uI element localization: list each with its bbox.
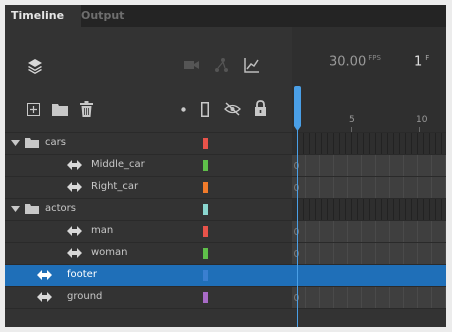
layer-row-ground[interactable]: ground — [5, 287, 446, 309]
timeline-panel: Timeline Output 30.00 FPS 1F 5 10 cars M… — [5, 5, 446, 327]
timeline-controls-left — [5, 27, 292, 86]
layer-name: Middle_car — [91, 159, 145, 170]
layer-tools-row — [5, 86, 292, 132]
folder-icon — [25, 204, 39, 214]
layer-row-man[interactable]: man — [5, 221, 446, 243]
layer-name: woman — [91, 247, 128, 258]
tab-timeline[interactable]: Timeline — [5, 5, 81, 27]
layer-frames[interactable] — [292, 199, 446, 220]
layer-name-area: Right_car — [5, 177, 292, 198]
layer-row-middle-car[interactable]: Middle_car — [5, 155, 446, 177]
ruler-label-5: 5 — [349, 115, 355, 125]
layer-frames[interactable] — [292, 155, 446, 176]
tab-output[interactable]: Output — [75, 5, 130, 27]
highlight-dot-icon[interactable] — [181, 107, 186, 112]
symbol-icon — [67, 248, 82, 258]
layer-color-swatch[interactable] — [203, 160, 208, 171]
layer-color-swatch[interactable] — [203, 182, 208, 193]
symbol-icon — [67, 182, 82, 192]
layer-name: man — [91, 225, 114, 236]
outline-icon[interactable] — [201, 102, 209, 117]
ruler-label-10: 10 — [416, 115, 428, 125]
layer-row-footer[interactable]: footer — [5, 265, 446, 287]
frame-rate-unit: FPS — [368, 54, 381, 62]
new-layer-icon[interactable] — [27, 103, 40, 116]
graph-icon[interactable] — [243, 56, 261, 74]
layer-name: footer — [67, 269, 97, 280]
layer-name: cars — [45, 137, 66, 148]
caret-down-icon[interactable] — [11, 140, 20, 146]
layer-name: Right_car — [91, 181, 139, 192]
layer-color-swatch[interactable] — [203, 270, 208, 281]
caret-down-icon[interactable] — [11, 206, 20, 212]
layer-color-swatch[interactable] — [203, 204, 208, 215]
layer-color-swatch[interactable] — [203, 248, 208, 259]
frame-ruler[interactable] — [292, 86, 446, 132]
new-folder-icon[interactable] — [52, 103, 68, 116]
layer-frames[interactable] — [292, 133, 446, 154]
layer-frames[interactable] — [292, 287, 446, 308]
layer-color-swatch[interactable] — [203, 138, 208, 149]
row-separator — [5, 308, 446, 309]
playhead-line — [297, 115, 298, 327]
layer-name-area: Middle_car — [5, 155, 292, 176]
hide-eye-icon[interactable] — [224, 102, 241, 116]
layers-icon[interactable] — [27, 58, 43, 74]
current-frame[interactable]: 1F — [414, 54, 429, 69]
frame-rate-value: 30.00 — [329, 54, 367, 70]
layer-color-swatch[interactable] — [203, 226, 208, 237]
layer-frames[interactable] — [292, 177, 446, 198]
frame-rate[interactable]: 30.00 FPS — [329, 54, 381, 69]
layer-name-area: footer — [5, 265, 292, 286]
symbol-icon — [37, 292, 52, 302]
layer-name-area: cars — [5, 133, 292, 154]
symbol-icon — [67, 226, 82, 236]
layer-frames[interactable] — [292, 265, 446, 286]
current-frame-value: 1 — [414, 54, 423, 70]
layer-frames[interactable] — [292, 221, 446, 242]
delete-icon[interactable] — [80, 101, 93, 117]
current-frame-unit: F — [425, 54, 430, 62]
folder-icon — [25, 138, 39, 148]
parenting-icon[interactable] — [213, 57, 229, 73]
panel-tab-bar: Timeline Output — [5, 5, 446, 27]
lock-icon[interactable] — [254, 100, 267, 116]
timeline-controls-right: 30.00 FPS 1F — [292, 27, 446, 86]
layer-name-area: ground — [5, 287, 292, 308]
layer-name: ground — [67, 291, 103, 302]
layer-name-area: actors — [5, 199, 292, 220]
layer-color-swatch[interactable] — [203, 292, 208, 303]
layer-row-cars[interactable]: cars — [5, 133, 446, 155]
layer-name: actors — [45, 203, 76, 214]
layer-name-area: woman — [5, 243, 292, 264]
layer-row-woman[interactable]: woman — [5, 243, 446, 265]
camera-icon[interactable] — [184, 59, 200, 71]
layer-row-right-car[interactable]: Right_car — [5, 177, 446, 199]
symbol-icon — [37, 270, 52, 280]
layer-name-area: man — [5, 221, 292, 242]
layer-row-actors[interactable]: actors — [5, 199, 446, 221]
layer-frames[interactable] — [292, 243, 446, 264]
symbol-icon — [67, 160, 82, 170]
